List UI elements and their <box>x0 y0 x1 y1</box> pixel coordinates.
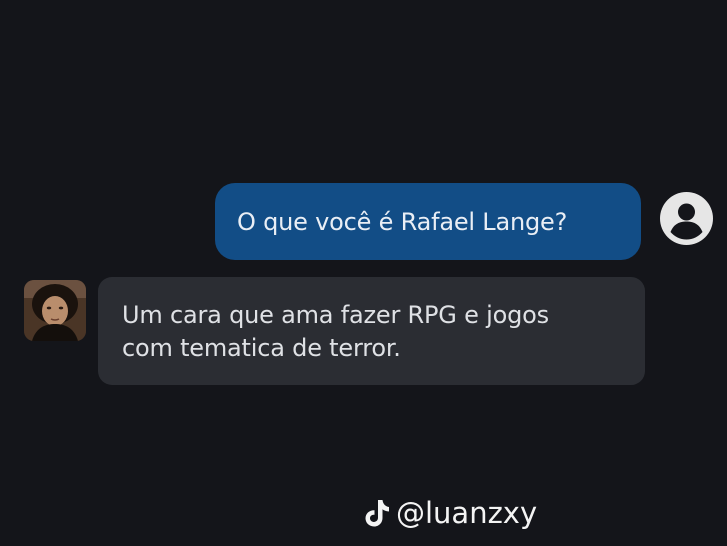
bot-message-line-2: com tematica de terror. <box>122 334 401 362</box>
watermark-handle: @luanzxy <box>396 496 538 530</box>
bot-avatar[interactable] <box>24 280 86 341</box>
user-message-bubble: O que você é Rafael Lange? <box>215 183 641 260</box>
tiktok-icon <box>365 500 389 527</box>
user-message-text: O que você é Rafael Lange? <box>237 207 568 236</box>
bot-message-line-1: Um cara que ama fazer RPG e jogos <box>122 301 549 329</box>
user-avatar-icon[interactable] <box>660 192 713 245</box>
tiktok-watermark: @luanzxy <box>364 493 537 533</box>
chat-screen: O que você é Rafael Lange? Um cara que a… <box>0 0 727 546</box>
bot-message-bubble: Um cara que ama fazer RPG e jogos com te… <box>98 277 645 385</box>
